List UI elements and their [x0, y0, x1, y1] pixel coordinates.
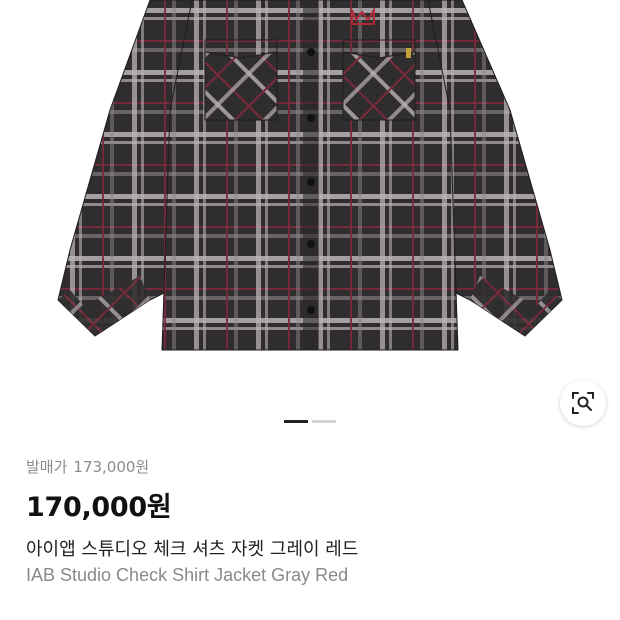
- product-info: 발매가 173,000원 170,000원 아이앱 스튜디오 체크 셔츠 자켓 …: [26, 455, 596, 589]
- release-price-row: 발매가 173,000원: [26, 455, 596, 477]
- carousel-dot-active[interactable]: [284, 420, 308, 423]
- release-price-label: 발매가: [26, 457, 68, 476]
- lens-search-icon: [572, 392, 594, 414]
- lens-search-button[interactable]: [560, 380, 606, 426]
- product-title-english: IAB Studio Check Shirt Jacket Gray Red: [26, 565, 349, 585]
- product-title-korean: 아이앱 스튜디오 체크 셔츠 자켓 그레이 레드: [26, 539, 359, 560]
- carousel-dot[interactable]: [312, 420, 336, 423]
- shirt-illustration: [57, 0, 563, 351]
- current-price: 170,000원: [26, 492, 172, 523]
- carousel-indicator: [284, 420, 336, 423]
- release-price-value: 173,000원: [73, 457, 150, 476]
- product-image[interactable]: [0, 0, 620, 440]
